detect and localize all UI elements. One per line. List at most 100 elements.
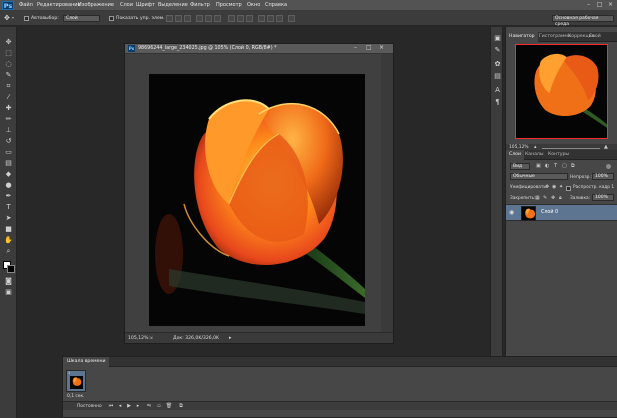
menu-type[interactable]: Шрифт — [136, 2, 155, 8]
screen-mode-icon[interactable]: ▣ — [2, 287, 15, 297]
status-menu-arrow-icon[interactable]: ▸ — [229, 335, 232, 341]
minimize-icon[interactable]: – — [584, 1, 593, 9]
menu-file[interactable]: Файл — [19, 2, 33, 8]
canvas-area[interactable] — [125, 54, 393, 332]
fill-field[interactable]: 100% — [592, 194, 614, 201]
move-tool-icon[interactable]: ✥ — [2, 37, 15, 47]
unify-position-icon[interactable]: ✥ — [545, 184, 549, 190]
navigator-view-box[interactable] — [515, 44, 608, 139]
properties-panel-icon[interactable]: ✎ — [492, 45, 503, 55]
tween-icon[interactable]: ⇋ — [145, 403, 153, 409]
path-selection-tool-icon[interactable]: ➤ — [2, 213, 15, 223]
navigator-zoom-slider[interactable] — [542, 148, 600, 149]
distribute-bottom-icon[interactable] — [246, 15, 253, 22]
canvas-vertical-scrollbar[interactable] — [381, 54, 393, 332]
doc-minimize-icon[interactable]: – — [354, 44, 357, 51]
tab-custom[interactable]: Свой — [586, 32, 604, 42]
paragraph-panel-icon[interactable]: ¶ — [492, 97, 503, 107]
convert-timeline-icon[interactable]: ⧉ — [177, 403, 185, 409]
quick-mask-icon[interactable]: ◙ — [2, 276, 15, 286]
menu-window[interactable]: Окно — [247, 2, 260, 8]
document-window[interactable]: Ps 98696244_large_234025.jpg @ 105% (Сло… — [124, 43, 394, 344]
move-tool-icon[interactable]: ✥ — [4, 14, 10, 22]
align-hcenter-icon[interactable] — [205, 15, 212, 22]
filter-smart-object-icon[interactable]: ⧉ — [571, 163, 575, 169]
zoom-level[interactable]: 105,12% — [128, 336, 148, 341]
character-panel-icon[interactable]: A — [492, 85, 503, 95]
layer-row[interactable]: ◉ Слой 0 — [506, 204, 617, 221]
gradient-tool-icon[interactable]: ▤ — [2, 158, 15, 168]
tab-channels[interactable]: Каналы — [522, 150, 546, 160]
layer-name[interactable]: Слой 0 — [541, 210, 558, 215]
brush-tool-icon[interactable]: ✏ — [2, 114, 15, 124]
type-tool-icon[interactable]: T — [2, 202, 15, 212]
align-left-icon[interactable] — [196, 15, 203, 22]
rectangle-tool-icon[interactable]: ■ — [2, 224, 15, 234]
filter-adjustment-icon[interactable]: ◐ — [545, 163, 549, 169]
dodge-tool-icon[interactable]: ● — [2, 180, 15, 190]
distribute-right-icon[interactable] — [276, 15, 283, 22]
document-tab[interactable]: Ps 98696244_large_234025.jpg @ 105% (Сло… — [125, 44, 393, 54]
first-frame-icon[interactable]: ⏮ — [107, 403, 115, 409]
menu-help[interactable]: Справка — [265, 2, 287, 8]
autoselect-checkbox[interactable] — [24, 16, 29, 21]
propagate-checkbox[interactable] — [566, 186, 571, 191]
marquee-tool-icon[interactable]: ⬚ — [2, 48, 15, 58]
clone-stamp-tool-icon[interactable]: ⊥ — [2, 125, 15, 135]
lock-all-icon[interactable]: 🔒︎ — [559, 195, 562, 201]
tab-paths[interactable]: Контуры — [545, 150, 572, 160]
swatches-panel-icon[interactable]: ▤ — [492, 71, 503, 81]
blend-mode-dropdown[interactable]: Обычные — [510, 173, 568, 180]
eye-icon[interactable]: ◉ — [509, 209, 514, 216]
delete-frame-icon[interactable]: 🗑︎ — [165, 403, 173, 409]
history-brush-tool-icon[interactable]: ↺ — [2, 136, 15, 146]
distribute-top-icon[interactable] — [228, 15, 235, 22]
timeline-title[interactable]: Шкала времени — [63, 357, 110, 367]
play-icon[interactable]: ▶ — [125, 403, 133, 409]
menu-view[interactable]: Просмотр — [216, 2, 242, 8]
filter-pixel-icon[interactable]: ▣ — [536, 163, 541, 169]
filter-shape-icon[interactable]: ▢ — [562, 163, 567, 169]
menu-image[interactable]: Изображение — [78, 2, 114, 8]
frame-delay[interactable]: 0,1 сек. — [67, 394, 85, 399]
layer-kind-dropdown[interactable]: Вид — [510, 163, 530, 170]
next-frame-icon[interactable]: ▸ — [134, 403, 142, 409]
quick-select-tool-icon[interactable]: ✎ — [2, 70, 15, 80]
eraser-tool-icon[interactable]: ▭ — [2, 147, 15, 157]
align-right-icon[interactable] — [214, 15, 221, 22]
lock-transparency-icon[interactable]: ▦ — [535, 195, 540, 201]
align-vcenter-icon[interactable] — [175, 15, 182, 22]
brush-panel-icon[interactable]: ✿ — [492, 59, 503, 69]
filter-type-icon[interactable]: T — [554, 163, 557, 169]
chevron-down-icon[interactable]: ▾ — [12, 15, 14, 20]
duplicate-frame-icon[interactable]: ▫ — [155, 403, 163, 409]
close-icon[interactable]: × — [606, 1, 615, 9]
menu-select[interactable]: Выделение — [158, 2, 188, 8]
background-color-swatch[interactable] — [7, 265, 15, 273]
unify-style-icon[interactable]: ✦ — [559, 184, 563, 190]
maximize-icon[interactable]: □ — [595, 1, 604, 9]
history-panel-icon[interactable]: ▣ — [492, 33, 503, 43]
unify-visibility-icon[interactable]: ◉ — [552, 184, 556, 190]
auto-align-icon[interactable] — [288, 15, 295, 22]
align-top-icon[interactable] — [166, 15, 173, 22]
doc-close-icon[interactable]: × — [379, 44, 384, 51]
align-bottom-icon[interactable] — [184, 15, 191, 22]
menu-filter[interactable]: Фильтр — [190, 2, 210, 8]
navigator-preview[interactable] — [515, 44, 608, 139]
loop-dropdown[interactable]: Постоянно — [77, 404, 102, 409]
autoselect-dropdown[interactable]: Слой — [63, 15, 100, 22]
pen-tool-icon[interactable]: ✒ — [2, 191, 15, 201]
lock-position-icon[interactable]: ✥ — [551, 195, 555, 201]
workspace-dropdown[interactable]: Основная рабочая среда — [552, 15, 614, 27]
menu-layers[interactable]: Слои — [120, 2, 133, 8]
lasso-tool-icon[interactable]: ◌ — [2, 59, 15, 69]
status-export-icon[interactable]: ⇲ — [149, 336, 153, 341]
opacity-field[interactable]: 100% — [592, 173, 614, 180]
crop-tool-icon[interactable]: ⌗ — [2, 81, 15, 91]
show-controls-checkbox[interactable] — [109, 16, 114, 21]
distribute-hcenter-icon[interactable] — [267, 15, 274, 22]
blur-tool-icon[interactable]: ◆ — [2, 169, 15, 179]
filter-toggle[interactable] — [606, 164, 611, 169]
distribute-vcenter-icon[interactable] — [237, 15, 244, 22]
